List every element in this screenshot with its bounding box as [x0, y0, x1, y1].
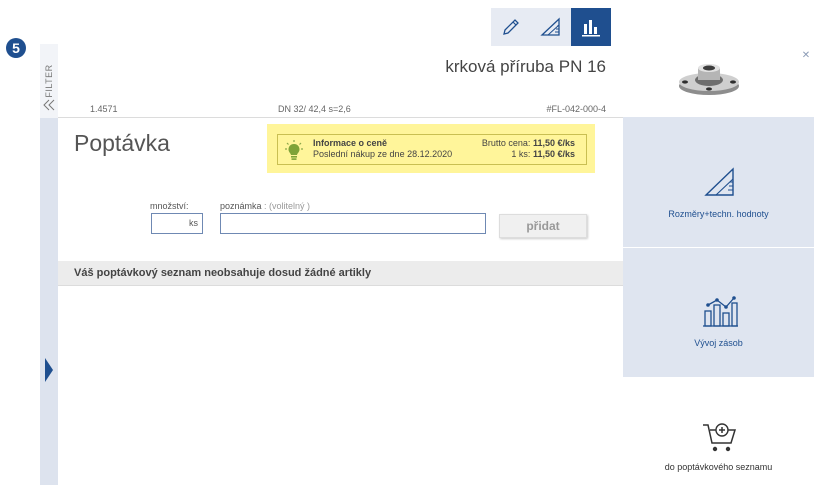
- stock-view-button[interactable]: [571, 8, 611, 46]
- quantity-unit: ks: [189, 218, 198, 228]
- flange-product-image: [679, 64, 739, 95]
- price-brutto: Brutto cena: 11,50 €/ks: [440, 138, 575, 148]
- bulb-icon: [285, 140, 303, 160]
- dimensions-view-button[interactable]: [531, 8, 571, 46]
- stock-chart-icon: [703, 296, 738, 327]
- add-button[interactable]: přidat: [499, 214, 587, 238]
- ruler-triangle-icon: [540, 17, 560, 36]
- stock-panel-label: Vývoj zásob: [694, 338, 743, 348]
- product-code: #FL-042-000-4: [546, 104, 606, 114]
- quantity-input[interactable]: ks: [151, 213, 203, 234]
- bar-chart-icon: [582, 20, 600, 37]
- product-material: 1.4571: [90, 104, 118, 114]
- quantity-label: množství:: [150, 201, 189, 211]
- pencil-icon: [503, 19, 519, 35]
- view-toggle: [491, 8, 611, 46]
- add-to-inquiry-list-label: do poptávkového seznamu: [664, 462, 773, 472]
- filter-label: FILTER: [44, 64, 54, 98]
- inquiry-list-empty-message: Váš poptávkový seznam neobsahuje dosud ž…: [74, 267, 372, 279]
- chevron-double-left-icon[interactable]: [42, 98, 56, 112]
- close-icon[interactable]: ✕: [800, 50, 812, 62]
- dimensions-panel-label: Rozměry+techn. hodnoty: [668, 209, 769, 219]
- product-dimensions: DN 32/ 42,4 s=2,6: [278, 104, 351, 114]
- filter-sidebar[interactable]: FILTER: [40, 44, 58, 485]
- price-last-purchase: Poslední nákup ze dne 28.12.2020: [313, 149, 453, 159]
- price-ks-value: 11,50 €/ks: [532, 149, 575, 159]
- expand-caret-icon[interactable]: [45, 358, 53, 382]
- price-info-title: Informace o ceně: [313, 138, 388, 148]
- note-label: poznámka : (volitelný ): [220, 201, 311, 211]
- ruler-triangle-icon: [704, 167, 734, 196]
- price-ks-label: 1 ks:: [511, 149, 531, 159]
- price-brutto-value: 11,50 €/ks: [532, 138, 575, 148]
- product-name: krková příruba PN 16: [445, 57, 606, 76]
- note-optional-hint: : (volitelný ): [261, 201, 311, 211]
- price-brutto-label: Brutto cena:: [481, 138, 531, 148]
- header-divider: [58, 117, 623, 118]
- step-badge: 5: [6, 38, 26, 58]
- edit-view-button[interactable]: [491, 8, 531, 46]
- note-input[interactable]: [220, 213, 486, 234]
- page-title: Poptávka: [74, 130, 170, 156]
- cart-plus-icon: [703, 423, 737, 452]
- price-per-unit: 1 ks: 11,50 €/ks: [440, 149, 575, 159]
